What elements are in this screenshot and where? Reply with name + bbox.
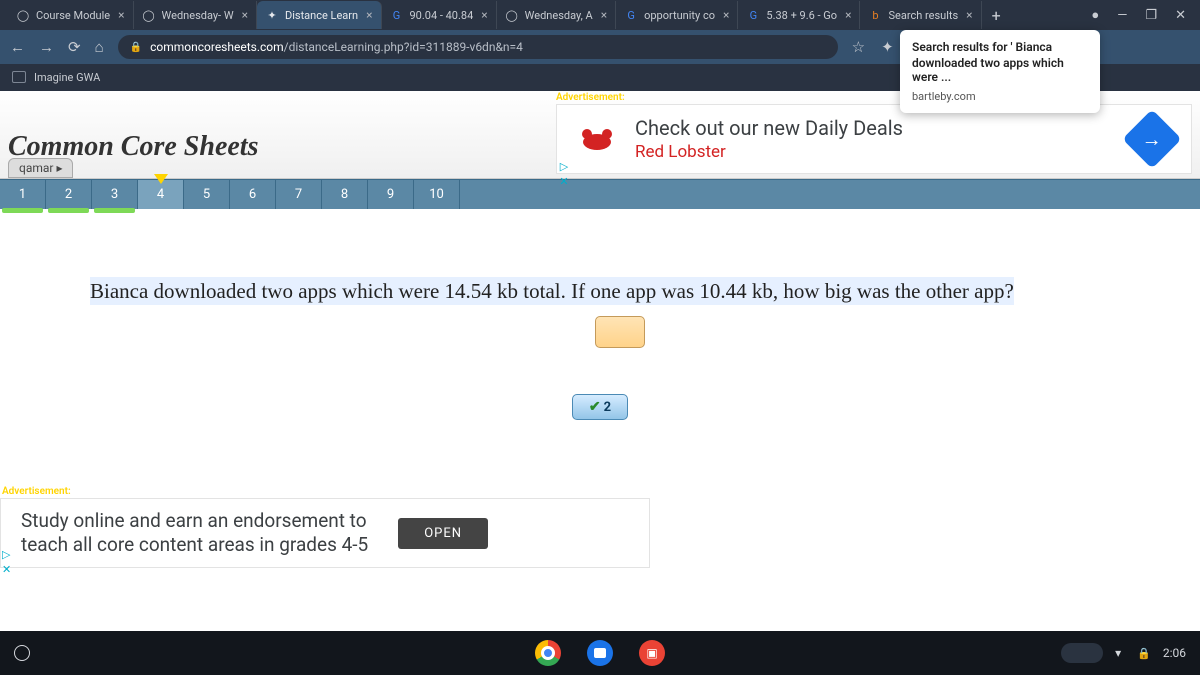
tab-distance[interactable]: ✦Distance Learn× [257, 1, 382, 29]
favicon: ◯ [16, 8, 30, 22]
favicon: ◯ [142, 8, 156, 22]
close-window-icon[interactable]: ✕ [1175, 8, 1186, 23]
close-icon[interactable]: × [118, 8, 124, 22]
close-icon[interactable]: × [481, 8, 487, 22]
google-icon: G [746, 8, 760, 22]
lobster-icon [577, 124, 617, 154]
close-icon[interactable]: × [723, 8, 729, 22]
close-icon[interactable]: × [366, 8, 372, 22]
status-tray[interactable]: 🔒 2:06 [1061, 643, 1186, 663]
bartleby-icon: b [868, 8, 882, 22]
chrome-icon[interactable] [535, 640, 561, 666]
check-button[interactable]: ✔2 [572, 394, 628, 420]
ad-banner-bottom[interactable]: Study online and earn an endorsement to … [0, 498, 650, 568]
ad-label: Advertisement: [556, 92, 625, 103]
flag-icon [154, 174, 168, 184]
status-pill [1061, 643, 1103, 663]
bookmark-folder-icon [12, 71, 26, 83]
google-icon: G [624, 8, 638, 22]
tab-calc1[interactable]: G90.04 - 40.84× [382, 1, 497, 29]
qnav-6[interactable]: 6 [230, 180, 276, 209]
qnav-2[interactable]: 2 [46, 180, 92, 209]
media-icon[interactable]: ▣ [639, 640, 665, 666]
forward-button[interactable]: → [39, 38, 54, 56]
home-button[interactable]: ⌂ [95, 38, 104, 56]
favicon: ◯ [505, 8, 519, 22]
favicon: ✦ [265, 8, 279, 22]
ad-banner-top[interactable]: Check out our new Daily Deals Red Lobste… [556, 104, 1192, 174]
problem-text: Bianca downloaded two apps which were 14… [90, 277, 1014, 305]
answer-input[interactable] [595, 316, 645, 348]
close-icon[interactable]: × [601, 8, 607, 22]
tab-hover-card: Search results for ' Bianca downloaded t… [900, 30, 1100, 113]
arrow-icon: → [1122, 109, 1181, 168]
clock: 2:06 [1163, 646, 1186, 660]
launcher-button[interactable] [14, 645, 30, 661]
qnav-3[interactable]: 3 [92, 180, 138, 209]
tab-strip: ◯Course Module× ◯Wednesday- W× ✦Distance… [0, 0, 1200, 30]
chromeos-shelf: ▣ 🔒 2:06 [0, 631, 1200, 675]
qnav-4[interactable]: 4 [138, 180, 184, 209]
lock-icon: 🔒 [130, 42, 142, 53]
ad-close-icon[interactable]: ✕ [559, 175, 568, 188]
close-icon[interactable]: × [966, 8, 972, 22]
account-icon[interactable]: ● [1091, 7, 1099, 23]
back-button[interactable]: ← [10, 38, 25, 56]
ad-label: Advertisement: [2, 486, 71, 497]
bookmark-star-icon[interactable]: ☆ [852, 38, 865, 56]
ad-open-button[interactable]: OPEN [398, 518, 488, 549]
tab-course[interactable]: ◯Course Module× [8, 1, 134, 29]
check-icon: ✔ [589, 399, 601, 415]
lock-icon: 🔒 [1137, 647, 1151, 660]
qnav-10[interactable]: 10 [414, 180, 460, 209]
tab-wed1[interactable]: ◯Wednesday- W× [134, 1, 257, 29]
wifi-icon [1115, 646, 1125, 660]
ad-play-icon[interactable]: ▷ [560, 160, 568, 173]
meet-icon[interactable] [587, 640, 613, 666]
minimize-icon[interactable]: — [1117, 8, 1127, 23]
reload-button[interactable]: ⟳ [68, 38, 81, 56]
ad-play-icon[interactable]: ▷ [2, 548, 11, 561]
ad-text: Study online and earn an endorsement to … [21, 509, 368, 557]
user-menu[interactable]: qamar ▸ [8, 158, 73, 178]
new-tab-button[interactable]: + [982, 6, 1011, 25]
bookmark-imagine[interactable]: Imagine GWA [34, 71, 100, 84]
qnav-5[interactable]: 5 [184, 180, 230, 209]
qnav-7[interactable]: 7 [276, 180, 322, 209]
ad-close-icon[interactable]: ✕ [2, 563, 11, 576]
tab-opp[interactable]: Gopportunity co× [616, 1, 738, 29]
close-icon[interactable]: × [242, 8, 248, 22]
question-nav: 1 2 3 4 5 6 7 8 9 10 [0, 179, 1200, 209]
maximize-icon[interactable]: ❐ [1145, 8, 1157, 23]
tab-wed2[interactable]: ◯Wednesday, A× [497, 1, 616, 29]
tab-calc2[interactable]: G5.38 + 9.6 - Go× [738, 1, 860, 29]
extensions-icon[interactable]: ✦ [881, 38, 894, 56]
google-icon: G [390, 8, 404, 22]
qnav-9[interactable]: 9 [368, 180, 414, 209]
tab-search[interactable]: bSearch results× [860, 1, 981, 29]
qnav-8[interactable]: 8 [322, 180, 368, 209]
address-bar[interactable]: 🔒 commoncoresheets.com/distanceLearning.… [118, 35, 838, 59]
qnav-1[interactable]: 1 [0, 180, 46, 209]
close-icon[interactable]: × [845, 8, 851, 22]
